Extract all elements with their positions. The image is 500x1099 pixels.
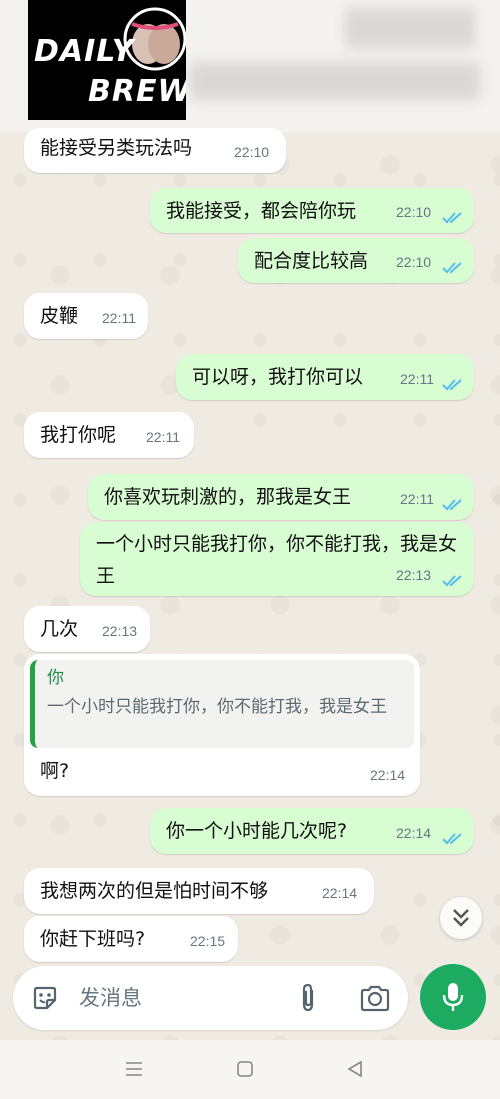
quoted-text: 一个小时只能我打你，你不能打我，我是女王 (47, 697, 387, 717)
mic-icon (442, 983, 464, 1011)
incoming-message[interactable]: 能接受另类玩法吗 22:10 (24, 128, 286, 173)
message-text: 能接受另类玩法吗 (40, 137, 193, 159)
message-text: 皮鞭 (40, 305, 79, 327)
message-text: 你赶下班吗? (40, 928, 146, 950)
message-time: 22:13 (102, 623, 138, 639)
sticker-icon[interactable] (31, 984, 59, 1012)
message-text: 几次 (40, 618, 79, 640)
voice-message-button[interactable] (420, 964, 486, 1030)
outgoing-message[interactable]: 可以呀，我打你可以 22:11 (176, 354, 474, 400)
quoted-sender: 你 (47, 668, 64, 688)
message-text: 你一个小时能几次呢? (166, 820, 348, 842)
incoming-message[interactable]: 我打你呢 22:11 (24, 412, 194, 458)
scroll-to-bottom-button[interactable] (440, 897, 482, 939)
read-ticks-icon (442, 833, 462, 845)
system-navigation-bar (0, 1040, 500, 1099)
message-time: 22:14 (322, 885, 358, 901)
message-time: 22:11 (400, 371, 434, 387)
message-text: 我能接受，都会陪你玩 (166, 200, 357, 222)
incoming-message[interactable]: 几次 22:13 (24, 606, 150, 652)
message-time: 22:11 (102, 310, 136, 326)
message-time: 22:11 (146, 429, 180, 445)
read-ticks-icon (442, 379, 462, 391)
read-ticks-icon (442, 499, 462, 511)
message-composer[interactable]: 发消息 (13, 966, 408, 1030)
outgoing-message[interactable]: 配合度比较高 22:10 (238, 238, 474, 283)
quoted-message[interactable]: 你 一个小时只能我打你，你不能打我，我是女王 (30, 660, 414, 748)
back-icon[interactable] (346, 1059, 364, 1079)
camera-icon[interactable] (359, 984, 391, 1012)
incoming-message[interactable]: 我想两次的但是怕时间不够 22:14 (24, 868, 374, 914)
attach-icon[interactable] (297, 982, 319, 1014)
message-text: 你喜欢玩刺激的，那我是女王 (104, 486, 352, 508)
incoming-reply-message[interactable]: 你 一个小时只能我打你，你不能打我，我是女王 啊? 22:14 (24, 654, 420, 796)
message-input[interactable]: 发消息 (79, 983, 142, 1013)
message-text: 可以呀，我打你可以 (192, 366, 364, 388)
menu-icon[interactable] (124, 1060, 144, 1078)
message-text: 配合度比较高 (254, 250, 369, 272)
incoming-message[interactable]: 你赶下班吗? 22:15 (24, 916, 238, 962)
message-text: 我想两次的但是怕时间不够 (40, 880, 269, 902)
message-text: 啊? (40, 760, 70, 782)
message-text: 我打你呢 (40, 424, 117, 446)
message-time: 22:10 (396, 204, 432, 220)
message-time: 22:10 (234, 144, 270, 160)
message-time: 22:14 (396, 825, 432, 841)
incoming-message[interactable]: 皮鞭 22:11 (24, 293, 148, 339)
message-list[interactable]: 能接受另类玩法吗 22:10 我能接受，都会陪你玩 22:10 配合度比较高 2… (0, 0, 500, 1040)
outgoing-message[interactable]: 你一个小时能几次呢? 22:14 (150, 808, 474, 854)
outgoing-message[interactable]: 一个小时只能我打你，你不能打我，我是女王 22:13 (80, 522, 474, 596)
double-chevron-down-icon (453, 909, 469, 927)
message-time: 22:15 (190, 933, 226, 949)
read-ticks-icon (442, 262, 462, 274)
message-time: 22:11 (400, 491, 434, 507)
message-time: 22:13 (396, 567, 432, 583)
read-ticks-icon (442, 575, 462, 587)
read-ticks-icon (442, 212, 462, 224)
outgoing-message[interactable]: 你喜欢玩刺激的，那我是女王 22:11 (88, 474, 474, 520)
message-time: 22:14 (370, 767, 406, 783)
home-icon[interactable] (236, 1060, 254, 1078)
outgoing-message[interactable]: 我能接受，都会陪你玩 22:10 (150, 188, 474, 233)
message-time: 22:10 (396, 254, 432, 270)
